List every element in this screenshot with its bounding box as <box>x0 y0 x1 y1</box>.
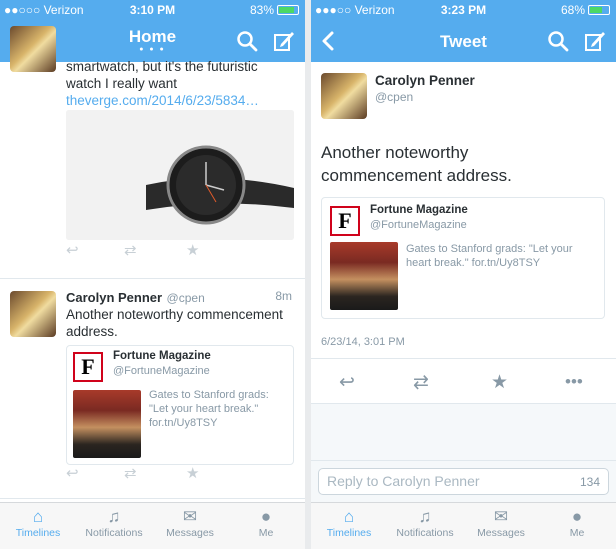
status-bar: ●●○○○ Verizon 3:10 PM 83% <box>0 0 305 20</box>
card-author-name: Fortune Magazine <box>113 350 211 362</box>
bell-icon: ♫ <box>418 507 432 526</box>
tab-messages[interactable]: ✉ Messages <box>466 507 536 539</box>
battery-icon <box>588 5 610 15</box>
author-handle: @cpen <box>166 291 205 305</box>
favorite-icon[interactable]: ★ <box>491 371 508 394</box>
tweet-time: 8m <box>275 289 292 303</box>
tweet-card[interactable]: F Fortune Magazine @FortuneMagazine Gate… <box>321 197 605 319</box>
card-author-handle: @FortuneMagazine <box>113 365 210 377</box>
battery-indicator: 83% <box>250 3 299 17</box>
home-timeline-screen: ●●○○○ Verizon 3:10 PM 83% Home ● ● ● sma… <box>0 0 305 549</box>
reply-bar: Reply to Carolyn Penner 134 <box>311 460 616 502</box>
tab-me[interactable]: ● Me <box>231 507 301 539</box>
tab-notifications[interactable]: ♫ Notifications <box>79 507 149 539</box>
tab-messages[interactable]: ✉ Messages <box>155 507 225 539</box>
more-icon[interactable]: ••• <box>565 372 583 392</box>
reply-icon[interactable]: ↩ <box>339 371 355 394</box>
tweet-text: Another noteworthy commencement address. <box>66 307 283 339</box>
card-text: Gates to Stanford grads: "Let your heart… <box>149 389 269 429</box>
watch-image[interactable] <box>66 110 294 240</box>
avatar[interactable] <box>10 291 56 337</box>
author-handle: @cpen <box>375 90 414 104</box>
avatar[interactable] <box>10 26 56 72</box>
tab-me[interactable]: ● Me <box>542 507 612 539</box>
person-icon: ● <box>571 507 583 526</box>
fortune-logo: F <box>73 352 103 382</box>
battery-indicator: 68% <box>561 3 610 17</box>
reply-input[interactable]: Reply to Carolyn Penner <box>318 468 609 495</box>
tab-timelines[interactable]: ⌂ Timelines <box>3 507 73 539</box>
tweet-detail-screen: ●●●○○ Verizon 3:23 PM 68% Tweet Carolyn … <box>311 0 616 549</box>
retweet-icon[interactable]: ⇄ <box>124 241 137 259</box>
battery-icon <box>277 5 299 15</box>
tweet-card[interactable]: F Fortune Magazine @FortuneMagazine Gate… <box>66 345 294 465</box>
envelope-icon: ✉ <box>182 507 198 526</box>
reply-char-count: 134 <box>579 475 600 489</box>
tab-bar: ⌂ Timelines ♫ Notifications ✉ Messages ●… <box>0 502 305 549</box>
reply-icon[interactable]: ↩ <box>66 464 79 482</box>
reply-icon[interactable]: ↩ <box>66 241 79 259</box>
tab-label: Timelines <box>15 527 61 539</box>
tab-label: Me <box>569 527 585 539</box>
retweet-icon[interactable]: ⇄ <box>413 371 429 394</box>
tab-label: Notifications <box>396 527 454 539</box>
tweet-timestamp: 6/23/14, 3:01 PM <box>321 336 405 348</box>
compose-icon[interactable] <box>271 28 297 54</box>
compose-icon[interactable] <box>582 28 608 54</box>
search-icon[interactable] <box>234 28 260 54</box>
fortune-logo: F <box>330 206 360 236</box>
favorite-icon[interactable]: ★ <box>186 464 199 482</box>
card-thumbnail <box>330 242 398 310</box>
battery-percent: 83% <box>249 3 274 17</box>
author-name[interactable]: Carolyn Penner <box>66 290 162 305</box>
tweet-actions: ↩ ⇄ ★ ••• <box>311 362 616 402</box>
tab-notifications[interactable]: ♫ Notifications <box>390 507 460 539</box>
tweet-header: Carolyn Penner @cpen 8m <box>66 289 296 307</box>
tab-label: Me <box>258 527 274 539</box>
tab-bar: ⌂ Timelines ♫ Notifications ✉ Messages ●… <box>311 502 616 549</box>
author-name[interactable]: Carolyn Penner <box>375 73 475 88</box>
envelope-icon: ✉ <box>493 507 509 526</box>
retweet-icon[interactable]: ⇄ <box>124 464 137 482</box>
tab-timelines[interactable]: ⌂ Timelines <box>314 507 384 539</box>
navigation-bar: ●●●○○ Verizon 3:23 PM 68% Tweet <box>311 0 616 62</box>
tab-label: Timelines <box>326 527 372 539</box>
tweet-text: Another noteworthy commencement address. <box>321 143 512 185</box>
battery-percent: 68% <box>560 3 585 17</box>
card-thumbnail <box>73 390 141 458</box>
home-icon: ⌂ <box>32 507 44 526</box>
tab-label: Notifications <box>85 527 143 539</box>
home-icon: ⌂ <box>343 507 355 526</box>
favorite-icon[interactable]: ★ <box>186 241 199 259</box>
list-item[interactable]: smartwatch, but it's the futuristic watc… <box>0 26 305 279</box>
tweet-link[interactable]: theverge.com/2014/6/23/5834… <box>66 93 259 108</box>
list-item[interactable]: Carolyn Penner @cpen 8m Another notewort… <box>0 279 305 499</box>
card-text: Gates to Stanford grads: "Let your heart… <box>406 243 573 269</box>
card-author-handle: @FortuneMagazine <box>370 219 467 231</box>
person-icon: ● <box>260 507 272 526</box>
status-bar: ●●●○○ Verizon 3:23 PM 68% <box>311 0 616 20</box>
card-author-name: Fortune Magazine <box>370 204 468 216</box>
search-icon[interactable] <box>545 28 571 54</box>
tab-label: Messages <box>477 527 525 539</box>
avatar[interactable] <box>321 73 367 119</box>
tweet-text: smartwatch, but it's the futuristic watc… <box>66 59 259 108</box>
bell-icon: ♫ <box>107 507 121 526</box>
tab-label: Messages <box>166 527 214 539</box>
